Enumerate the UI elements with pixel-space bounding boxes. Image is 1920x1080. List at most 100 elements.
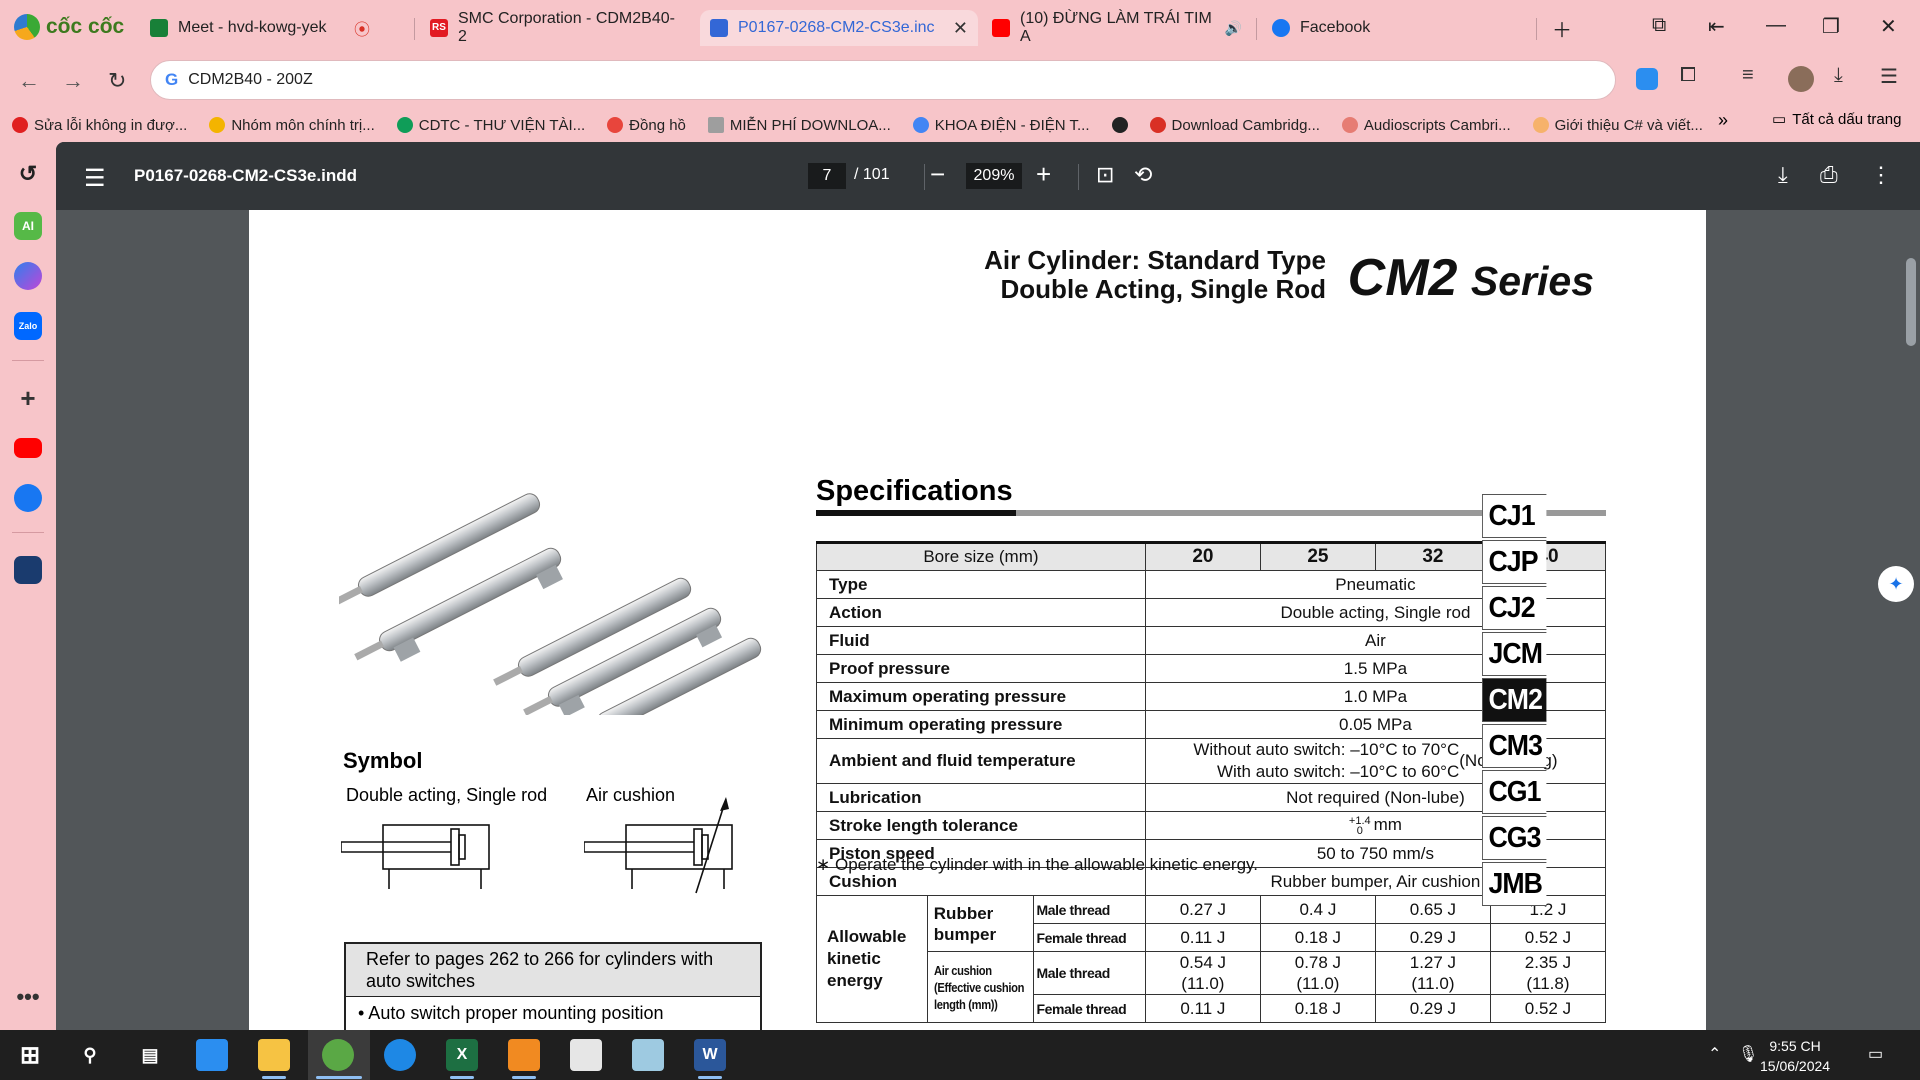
footnote: ∗ Operate the cylinder with in the allow… <box>816 855 1258 874</box>
task-view-icon[interactable]: ▤ <box>134 1039 166 1071</box>
new-tab-icon[interactable]: ＋ <box>1552 14 1572 43</box>
facebook-icon[interactable] <box>14 484 42 512</box>
edge-icon[interactable] <box>384 1039 416 1071</box>
bookmark-item[interactable]: Sửa lỗi không in đượ... <box>12 117 187 134</box>
row-label: Proof pressure <box>816 654 1146 683</box>
youtube-icon[interactable] <box>14 438 42 458</box>
reload-icon[interactable]: ↻ <box>108 68 126 94</box>
series-tab-cm2[interactable]: CM2 <box>1482 678 1547 722</box>
ke-value: 0.65 J <box>1374 895 1491 924</box>
close-tab-icon[interactable]: ✕ <box>953 18 968 39</box>
ke-value: 2.35 J (11.8) <box>1489 951 1607 995</box>
profile-avatar[interactable] <box>1788 66 1814 92</box>
bookmark-item[interactable]: MIỄN PHÍ DOWNLOA... <box>707 117 891 134</box>
snipping-tool-icon[interactable] <box>632 1039 664 1071</box>
audio-icon <box>1341 117 1358 133</box>
series-tab-jcm[interactable]: JCM <box>1482 632 1547 676</box>
bookmark-item[interactable]: Giới thiệu C# và viết... <box>1532 117 1703 134</box>
file-explorer-icon[interactable] <box>258 1039 290 1071</box>
download-icon[interactable]: ⤓ <box>1834 64 1843 87</box>
side-panel: ↺ AI Zalo + ••• <box>0 142 56 1030</box>
series-tab-jmb[interactable]: JMB <box>1482 862 1547 906</box>
browser-menu-icon[interactable]: ☰ <box>1880 64 1898 89</box>
speaker-icon[interactable]: 🔊 <box>1225 20 1242 37</box>
page-number-input[interactable]: 7 <box>808 163 846 189</box>
tab-title: SMC Corporation - CDM2B40-2 <box>458 10 675 45</box>
screenshot-icon[interactable]: ⧉ <box>1652 14 1666 37</box>
extension-drop-icon[interactable] <box>1636 68 1658 90</box>
reading-list-icon[interactable]: ≡ <box>1742 64 1754 87</box>
bookmark-item[interactable]: Đồng hồ <box>607 117 686 134</box>
bookmarks-bar: Sửa lỗi không in đượ... Nhóm môn chính t… <box>0 108 1920 142</box>
bookmark-item[interactable]: Audioscripts Cambri... <box>1341 117 1511 134</box>
series-tab-cg1[interactable]: CG1 <box>1482 770 1547 814</box>
rotate-icon[interactable]: ⟲ <box>1134 162 1152 188</box>
restore-icon[interactable]: ❐ <box>1822 14 1840 39</box>
tab-search-icon[interactable]: ⇤ <box>1708 14 1725 39</box>
scrollbar-thumb[interactable] <box>1906 258 1916 346</box>
bookmark-item[interactable]: Download Cambridg... <box>1149 117 1320 134</box>
zalo-icon[interactable]: Zalo <box>14 312 42 340</box>
tab-youtube[interactable]: (10) ĐỪNG LÀM TRÁI TIM A 🔊 <box>982 10 1252 46</box>
tab-meet[interactable]: Meet - hvd-kowg-yek ⦿ <box>140 10 380 46</box>
foxit-icon[interactable] <box>508 1039 540 1071</box>
more-options-icon[interactable]: ⋮ <box>1870 162 1892 188</box>
floating-assistant-icon[interactable]: ✦ <box>1878 566 1914 602</box>
history-icon[interactable]: ↺ <box>14 160 42 188</box>
running-indicator <box>262 1076 286 1079</box>
tab-separator <box>414 18 415 40</box>
ke-value: 0.18 J <box>1259 994 1376 1023</box>
series-tab-cg3[interactable]: CG3 <box>1482 816 1547 860</box>
close-window-icon[interactable]: ✕ <box>1880 14 1897 39</box>
row-label: Ambient and fluid temperature <box>816 738 1146 784</box>
print-icon[interactable]: ⎙ <box>1820 162 1838 188</box>
download-icon[interactable]: ⤓ <box>1778 162 1788 188</box>
bore-value: 32 <box>1374 542 1491 571</box>
zoom-level-input[interactable]: 209% <box>966 163 1022 189</box>
ke-value: 0.54 J (11.0) <box>1144 951 1261 995</box>
excel-icon[interactable]: X <box>446 1039 478 1071</box>
series-tab-cj2[interactable]: CJ2 <box>1482 586 1547 630</box>
start-icon[interactable]: ⊞ <box>14 1039 46 1071</box>
back-icon[interactable]: ← <box>18 68 40 94</box>
tab-smc[interactable]: RS SMC Corporation - CDM2B40-2 <box>420 10 692 46</box>
forward-icon[interactable]: → <box>62 68 84 94</box>
bookmark-item[interactable]: KHOA ĐIỆN - ĐIỆN T... <box>912 117 1090 134</box>
browser-logo[interactable]: cốc cốc <box>14 14 124 40</box>
notification-icon[interactable]: ▭ <box>1868 1044 1883 1064</box>
bookmark-label: CDTC - THƯ VIỆN TÀI... <box>418 116 586 134</box>
microphone-icon[interactable]: 🎙 <box>1738 1044 1758 1064</box>
zoom-in-icon[interactable]: + <box>1036 159 1051 190</box>
cushion-length: (11.0) <box>1181 974 1225 993</box>
more-icon[interactable]: ••• <box>14 984 42 1009</box>
series-tab-cj1[interactable]: CJ1 <box>1482 494 1547 538</box>
search-icon[interactable]: ⚲ <box>74 1039 106 1071</box>
messenger-icon[interactable] <box>14 262 42 290</box>
series-tab-cjp[interactable]: CJP <box>1482 540 1547 584</box>
tray-expand-icon[interactable]: ⌃ <box>1708 1044 1721 1064</box>
store-icon[interactable] <box>196 1039 228 1071</box>
tab-title: Facebook <box>1300 19 1371 36</box>
zoom-out-icon[interactable]: − <box>930 159 945 190</box>
ai-assistant-icon[interactable]: AI <box>14 212 42 240</box>
coccoc-browser-icon[interactable] <box>322 1039 354 1071</box>
address-bar[interactable]: G CDM2B40 - 200Z <box>150 60 1616 100</box>
word-icon[interactable]: W <box>694 1039 726 1071</box>
photos-icon[interactable] <box>570 1039 602 1071</box>
fit-page-icon[interactable]: ⊡ <box>1096 162 1114 188</box>
game-icon[interactable] <box>14 556 42 584</box>
more-bookmarks-icon[interactable]: » <box>1718 110 1728 131</box>
extensions-icon[interactable]: ⧠ <box>1680 64 1696 87</box>
bookmark-item[interactable]: Nhóm môn chính trị... <box>209 117 375 134</box>
hamburger-menu-icon[interactable]: ☰ <box>84 164 106 193</box>
series-tab-cm3[interactable]: CM3 <box>1482 724 1547 768</box>
bookmark-item[interactable] <box>1111 117 1128 133</box>
bookmark-item[interactable]: CDTC - THƯ VIỆN TÀI... <box>396 116 586 134</box>
minimize-icon[interactable]: — <box>1766 14 1786 37</box>
system-clock[interactable]: 9:55 CH 15/06/2024 <box>1760 1036 1830 1076</box>
cambridge-icon <box>1149 117 1166 133</box>
tab-facebook[interactable]: Facebook <box>1262 10 1532 46</box>
add-app-icon[interactable]: + <box>14 383 42 413</box>
all-bookmarks[interactable]: ▭ Tất cả dấu trang <box>1772 110 1901 129</box>
tab-pdf[interactable]: P0167-0268-CM2-CS3e.inc ✕ <box>700 10 978 46</box>
